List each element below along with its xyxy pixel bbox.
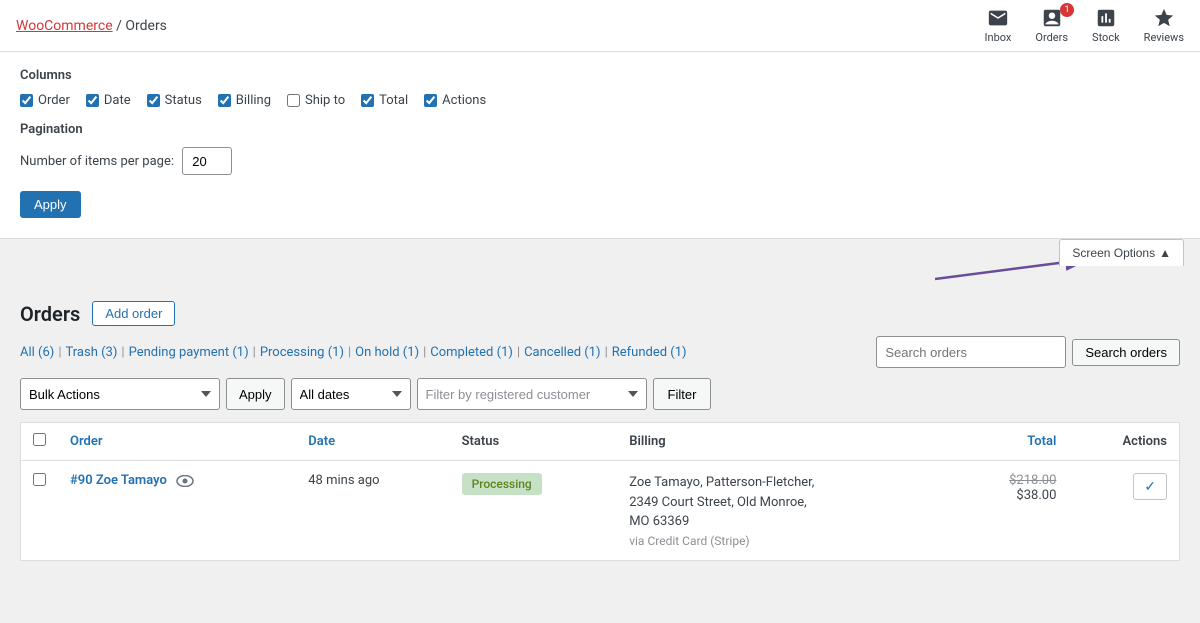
pagination-input[interactable]	[182, 147, 232, 175]
filter-link-pending[interactable]: Pending payment (1)	[129, 345, 249, 360]
row-total-cell: $218.00 $38.00	[954, 461, 1069, 561]
orders-label: Orders	[1035, 31, 1068, 44]
col-total-checkbox[interactable]: Total	[361, 93, 408, 108]
bulk-actions-select[interactable]: Bulk Actions	[20, 378, 220, 410]
table-header-row: Order Date Status Billing Total Actions	[21, 423, 1180, 461]
col-status-checkbox[interactable]: Status	[147, 93, 202, 108]
topbar-icons: Inbox 1 Orders Stock Reviews	[985, 7, 1184, 44]
col-shipto-input[interactable]	[287, 94, 300, 107]
col-shipto-checkbox[interactable]: Ship to	[287, 93, 345, 108]
col-header-date[interactable]: Date	[296, 423, 449, 461]
col-billing-input[interactable]	[218, 94, 231, 107]
col-order-checkbox[interactable]: Order	[20, 93, 70, 108]
inbox-label: Inbox	[985, 31, 1012, 44]
bulk-apply-button[interactable]: Apply	[226, 378, 285, 410]
col-billing-checkbox[interactable]: Billing	[218, 93, 271, 108]
row-action-button[interactable]: ✓	[1133, 473, 1167, 500]
select-all-checkbox[interactable]	[33, 433, 46, 446]
filter-links-row: All (6) | Trash (3) | Pending payment (1…	[20, 336, 1180, 368]
inbox-icon	[987, 7, 1009, 29]
billing-street: 2349 Court Street, Old Monroe,	[629, 495, 807, 510]
pagination-row: Number of items per page:	[20, 147, 1180, 175]
stock-icon-item[interactable]: Stock	[1092, 7, 1120, 44]
row-date: 48 mins ago	[308, 473, 379, 488]
filter-link-refunded[interactable]: Refunded (1)	[612, 345, 687, 360]
orders-title: Orders	[20, 302, 80, 326]
search-orders-button[interactable]: Search orders	[1072, 339, 1180, 366]
total-current: $38.00	[966, 488, 1057, 503]
columns-row: Order Date Status Billing Ship to Total …	[20, 93, 1180, 108]
breadcrumb: WooCommerce / Orders	[16, 18, 167, 34]
col-header-actions: Actions	[1068, 423, 1179, 461]
row-checkbox[interactable]	[33, 473, 46, 486]
row-status-cell: Processing	[450, 461, 618, 561]
topbar: WooCommerce / Orders Inbox 1 Orders Stoc…	[0, 0, 1200, 52]
col-header-total[interactable]: Total	[954, 423, 1069, 461]
filter-link-completed[interactable]: Completed (1)	[430, 345, 513, 360]
col-header-billing: Billing	[617, 423, 954, 461]
orders-table: Order Date Status Billing Total Actions …	[20, 422, 1180, 561]
orders-icon-item[interactable]: 1 Orders	[1035, 7, 1068, 44]
screen-options-arrow-icon: ▲	[1159, 246, 1171, 260]
woocommerce-link[interactable]: WooCommerce	[16, 18, 113, 34]
add-order-button[interactable]: Add order	[92, 301, 175, 326]
reviews-icon-item[interactable]: Reviews	[1144, 7, 1184, 44]
stock-icon	[1095, 7, 1117, 29]
reviews-icon	[1153, 7, 1175, 29]
inbox-icon-item[interactable]: Inbox	[985, 7, 1012, 44]
screen-options-apply-button[interactable]: Apply	[20, 191, 81, 218]
col-order-input[interactable]	[20, 94, 33, 107]
billing-info: Zoe Tamayo, Patterson-Fletcher, 2349 Cou…	[629, 473, 942, 532]
orders-header: Orders Add order	[20, 301, 1180, 326]
col-actions-checkbox[interactable]: Actions	[424, 93, 486, 108]
row-billing-cell: Zoe Tamayo, Patterson-Fletcher, 2349 Cou…	[617, 461, 954, 561]
filter-link-onhold[interactable]: On hold (1)	[355, 345, 419, 360]
search-orders-input[interactable]	[876, 336, 1066, 368]
billing-name: Zoe Tamayo, Patterson-Fletcher,	[629, 475, 814, 490]
billing-via: via Credit Card (Stripe)	[629, 534, 942, 548]
col-actions-input[interactable]	[424, 94, 437, 107]
stock-label: Stock	[1092, 31, 1120, 44]
filter-link-trash[interactable]: Trash (3)	[66, 345, 118, 360]
filter-link-all[interactable]: All (6)	[20, 345, 54, 360]
screen-options-toggle-label: Screen Options	[1072, 246, 1155, 260]
col-header-order[interactable]: Order	[58, 423, 296, 461]
eye-icon[interactable]	[176, 473, 194, 488]
orders-badge: 1	[1060, 3, 1074, 17]
row-actions-cell: ✓	[1068, 461, 1179, 561]
main-content: Orders Add order All (6) | Trash (3) | P…	[0, 289, 1200, 589]
row-date-cell: 48 mins ago	[296, 461, 449, 561]
columns-title: Columns	[20, 68, 1180, 83]
row-checkbox-cell	[21, 461, 59, 561]
customer-filter-select[interactable]: Filter by registered customer	[417, 378, 647, 410]
pagination-title: Pagination	[20, 122, 1180, 137]
filter-link-processing[interactable]: Processing (1)	[260, 345, 344, 360]
pagination-label: Number of items per page:	[20, 154, 174, 169]
bulk-actions-bar: Bulk Actions Apply All dates January 202…	[20, 378, 1180, 410]
col-status-input[interactable]	[147, 94, 160, 107]
reviews-label: Reviews	[1144, 31, 1184, 44]
filter-button[interactable]: Filter	[653, 378, 712, 410]
filter-links-left: All (6) | Trash (3) | Pending payment (1…	[20, 345, 687, 360]
billing-city: MO 63369	[629, 514, 689, 529]
screen-options-toggle-button[interactable]: Screen Options ▲	[1059, 239, 1184, 266]
col-header-status: Status	[450, 423, 618, 461]
row-order-cell: #90 Zoe Tamayo	[58, 461, 296, 561]
total-original: $218.00	[966, 473, 1057, 488]
order-link[interactable]: #90 Zoe Tamayo	[70, 473, 167, 488]
table-row: #90 Zoe Tamayo 48 mins ago Processing	[21, 461, 1180, 561]
col-date-checkbox[interactable]: Date	[86, 93, 131, 108]
col-total-input[interactable]	[361, 94, 374, 107]
col-header-check	[21, 423, 59, 461]
filter-links-right: Search orders	[876, 336, 1180, 368]
status-badge: Processing	[462, 473, 542, 495]
screen-options-panel: Columns Order Date Status Billing Ship t…	[0, 52, 1200, 239]
col-date-input[interactable]	[86, 94, 99, 107]
filter-link-cancelled[interactable]: Cancelled (1)	[524, 345, 600, 360]
dates-filter-select[interactable]: All dates January 2024 December 2023	[291, 378, 411, 410]
